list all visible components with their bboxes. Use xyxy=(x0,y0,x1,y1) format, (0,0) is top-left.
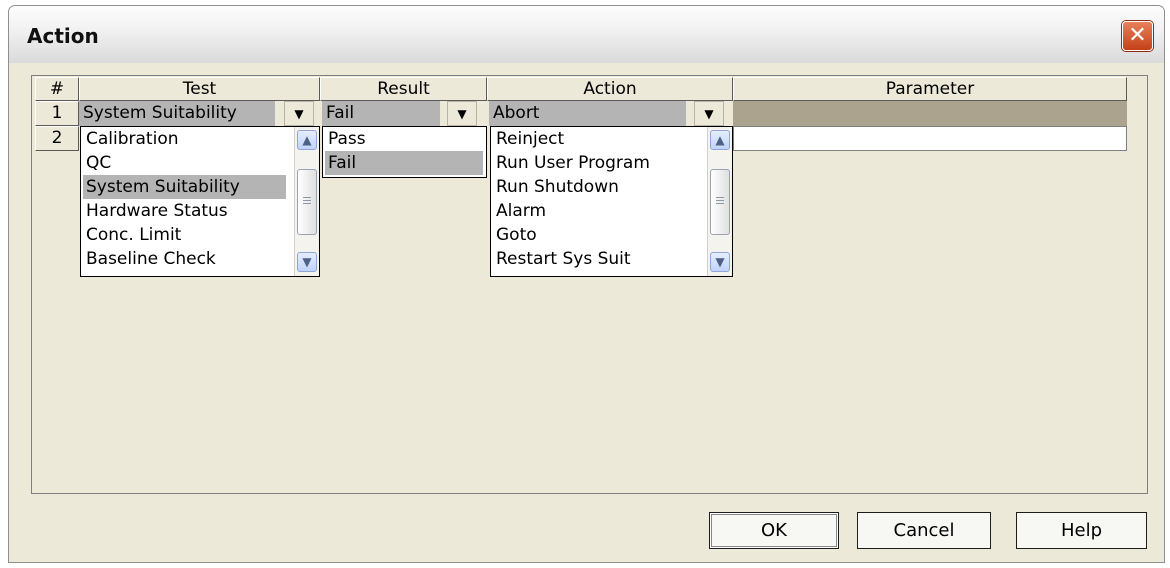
list-item[interactable]: Hardware Status xyxy=(83,199,286,223)
scroll-up-button[interactable]: ▲ xyxy=(297,130,317,150)
grip-icon xyxy=(716,203,724,204)
chevron-down-icon: ▼ xyxy=(704,107,714,121)
grip-icon xyxy=(716,197,724,198)
column-header-parameter[interactable]: Parameter xyxy=(733,77,1127,101)
grip-icon xyxy=(303,203,311,204)
test-list-scrollbar[interactable]: ▲ ▼ xyxy=(294,127,319,276)
cancel-button[interactable]: Cancel xyxy=(857,512,991,549)
grip-icon xyxy=(716,200,724,201)
dialog-title: Action xyxy=(27,24,99,48)
scroll-down-button[interactable]: ▼ xyxy=(710,252,730,272)
list-item[interactable]: Baseline Check xyxy=(83,247,286,271)
action-dropdown-list[interactable]: Reinject Run User Program Run Shutdown A… xyxy=(490,126,733,277)
test-dropdown-button[interactable]: ▼ xyxy=(284,101,314,126)
list-item[interactable]: System Suitability xyxy=(83,175,286,199)
test-combo[interactable]: System Suitability ▼ xyxy=(79,101,320,126)
grip-icon xyxy=(303,200,311,201)
list-item[interactable]: QC xyxy=(83,151,286,175)
result-dropdown-list[interactable]: Pass Fail xyxy=(322,126,487,178)
list-item[interactable]: Goto xyxy=(493,223,699,247)
column-header-action[interactable]: Action xyxy=(487,77,733,101)
result-dropdown-button[interactable]: ▼ xyxy=(447,101,477,126)
parameter-cell-row-1[interactable] xyxy=(733,101,1127,126)
grip-icon xyxy=(303,197,311,198)
list-item[interactable]: Alarm xyxy=(493,199,699,223)
chevron-down-icon: ▼ xyxy=(457,107,467,121)
test-combo-value: System Suitability xyxy=(79,101,275,126)
scroll-down-button[interactable]: ▼ xyxy=(297,252,317,272)
column-header-test[interactable]: Test xyxy=(79,77,320,101)
title-bar[interactable]: Action ✕ xyxy=(9,6,1164,64)
result-combo-value: Fail xyxy=(322,101,440,126)
parameter-cell-row-2[interactable] xyxy=(733,126,1127,151)
close-button[interactable]: ✕ xyxy=(1122,21,1153,51)
row-header-1[interactable]: 1 xyxy=(35,101,79,126)
list-item[interactable]: Run Shutdown xyxy=(493,175,699,199)
action-list-scrollbar[interactable]: ▲ ▼ xyxy=(707,127,732,276)
chevron-up-icon: ▲ xyxy=(302,133,312,147)
list-item[interactable]: Fail xyxy=(325,151,483,175)
list-item[interactable]: Restart Sys Suit xyxy=(493,247,699,271)
ok-button[interactable]: OK xyxy=(709,512,839,549)
action-combo[interactable]: Abort ▼ xyxy=(489,101,733,126)
dialog-body: # Test Result Action Parameter 1 2 Syste… xyxy=(9,63,1164,562)
scroll-thumb[interactable] xyxy=(710,169,730,235)
list-item[interactable]: Pass xyxy=(325,127,483,151)
list-item[interactable]: Run User Program xyxy=(493,151,699,175)
test-dropdown-list[interactable]: Calibration QC System Suitability Hardwa… xyxy=(80,126,320,277)
column-header-number[interactable]: # xyxy=(35,77,79,101)
help-button[interactable]: Help xyxy=(1016,512,1147,549)
chevron-down-icon: ▼ xyxy=(715,255,725,269)
chevron-down-icon: ▼ xyxy=(294,107,304,121)
action-dropdown-button[interactable]: ▼ xyxy=(694,101,724,126)
column-header-result[interactable]: Result xyxy=(320,77,487,101)
result-combo[interactable]: Fail ▼ xyxy=(322,101,487,126)
action-combo-value: Abort xyxy=(489,101,686,126)
close-icon: ✕ xyxy=(1128,23,1147,48)
list-item[interactable]: Conc. Limit xyxy=(83,223,286,247)
chevron-up-icon: ▲ xyxy=(715,133,725,147)
action-grid: # Test Result Action Parameter 1 2 Syste… xyxy=(31,75,1148,494)
list-item[interactable]: Calibration xyxy=(83,127,286,151)
scroll-up-button[interactable]: ▲ xyxy=(710,130,730,150)
action-dialog: Action ✕ # Test Result Action Parameter … xyxy=(8,5,1165,563)
row-header-2[interactable]: 2 xyxy=(35,126,79,151)
scroll-thumb[interactable] xyxy=(297,169,317,235)
list-item[interactable]: Reinject xyxy=(493,127,699,151)
chevron-down-icon: ▼ xyxy=(302,255,312,269)
